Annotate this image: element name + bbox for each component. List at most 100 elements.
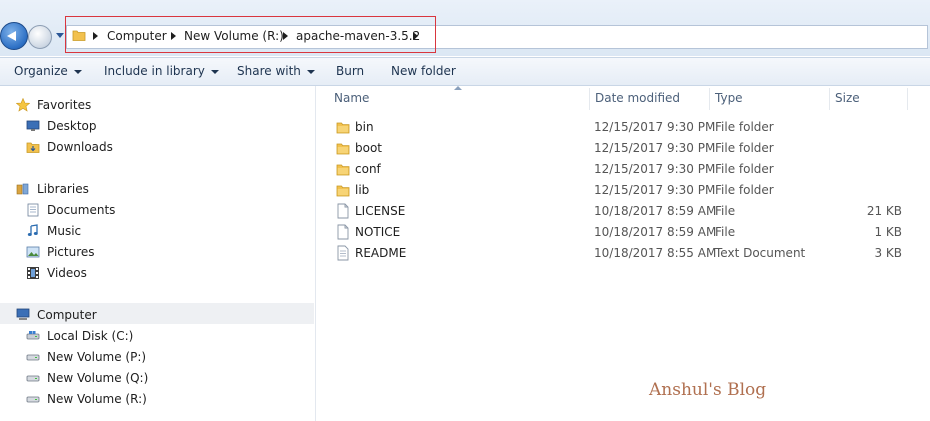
file-date-modified: 12/15/2017 9:30 PM xyxy=(594,183,716,197)
file-size: 3 KB xyxy=(874,246,902,260)
forward-button[interactable] xyxy=(28,25,52,49)
folder-icon xyxy=(336,164,350,176)
file-size: 21 KB xyxy=(866,204,902,218)
column-header-name[interactable]: Name xyxy=(334,88,369,108)
breadcrumb-separator-icon[interactable] xyxy=(171,32,176,40)
nav-videos[interactable]: Videos xyxy=(47,264,87,282)
new-folder-button[interactable]: New folder xyxy=(391,63,456,79)
column-header-type[interactable]: Type xyxy=(715,88,743,108)
documents-icon xyxy=(27,203,39,217)
breadcrumb-separator-icon[interactable] xyxy=(283,32,288,40)
column-header-date-modified[interactable]: Date modified xyxy=(595,88,680,108)
nav-music[interactable]: Music xyxy=(47,222,81,240)
text-document-icon xyxy=(337,245,349,261)
drive-icon xyxy=(26,354,40,361)
desktop-icon xyxy=(26,120,40,131)
file-row[interactable]: lib 12/15/2017 9:30 PM File folder xyxy=(330,180,920,201)
drive-icon xyxy=(26,331,40,340)
file-name: conf xyxy=(355,162,381,176)
file-type: File xyxy=(715,204,736,218)
column-divider[interactable] xyxy=(907,88,908,110)
file-date-modified: 10/18/2017 8:59 AM xyxy=(594,204,717,218)
file-name: lib xyxy=(355,183,370,197)
nav-favorites[interactable]: Favorites xyxy=(37,96,91,114)
nav-new-volume-q[interactable]: New Volume (Q:) xyxy=(47,369,148,387)
nav-libraries[interactable]: Libraries xyxy=(37,180,89,198)
folder-icon xyxy=(336,185,350,197)
file-row[interactable]: LICENSE 10/18/2017 8:59 AM File 21 KB xyxy=(330,201,920,222)
file-row[interactable]: boot 12/15/2017 9:30 PM File folder xyxy=(330,138,920,159)
file-type: Text Document xyxy=(715,246,806,260)
file-row[interactable]: bin 12/15/2017 9:30 PM File folder xyxy=(330,117,920,138)
sort-ascending-icon xyxy=(454,86,462,90)
file-date-modified: 10/18/2017 8:59 AM xyxy=(594,225,717,239)
column-divider[interactable] xyxy=(709,88,710,110)
column-header-size[interactable]: Size xyxy=(835,88,860,108)
folder-icon xyxy=(336,143,350,155)
file-icon xyxy=(337,203,349,219)
file-row[interactable]: README 10/18/2017 8:55 AM Text Document 3 K… xyxy=(330,243,920,264)
file-type: File xyxy=(715,225,736,239)
chevron-down-icon xyxy=(210,69,219,74)
file-type: File folder xyxy=(715,120,774,134)
file-type: File folder xyxy=(715,141,774,155)
nav-downloads[interactable]: Downloads xyxy=(47,138,113,156)
file-size xyxy=(842,182,902,198)
computer-icon xyxy=(16,308,30,320)
file-date-modified: 12/15/2017 9:30 PM xyxy=(594,162,716,176)
file-name: README xyxy=(355,246,407,260)
nav-desktop[interactable]: Desktop xyxy=(47,117,97,135)
organize-label: Organize xyxy=(14,64,68,78)
breadcrumb-computer[interactable]: Computer xyxy=(107,29,167,43)
folder-icon xyxy=(336,122,350,134)
drive-icon xyxy=(26,375,40,382)
file-row[interactable]: NOTICE 10/18/2017 8:59 AM File 1 KB xyxy=(330,222,920,243)
file-size: 1 KB xyxy=(874,225,902,239)
file-size xyxy=(842,119,902,135)
videos-icon xyxy=(27,267,39,279)
back-button[interactable] xyxy=(0,22,28,50)
file-name: bin xyxy=(355,120,374,134)
nav-local-disk-c[interactable]: Local Disk (C:) xyxy=(47,327,133,345)
file-type: File folder xyxy=(715,183,774,197)
file-name: LICENSE xyxy=(355,204,406,218)
nav-computer[interactable]: Computer xyxy=(37,306,97,324)
file-name: NOTICE xyxy=(355,225,401,239)
libraries-icon xyxy=(16,183,29,195)
burn-button[interactable]: Burn xyxy=(336,63,364,79)
breadcrumb-separator-icon[interactable] xyxy=(93,32,98,40)
drive-icon xyxy=(26,396,40,403)
watermark-text: Anshul's Blog xyxy=(649,380,767,400)
chevron-down-icon xyxy=(73,69,82,74)
folder-icon xyxy=(72,30,86,41)
file-row[interactable]: conf 12/15/2017 9:30 PM File folder xyxy=(330,159,920,180)
file-date-modified: 12/15/2017 9:30 PM xyxy=(594,120,716,134)
column-divider[interactable] xyxy=(589,88,590,110)
file-size xyxy=(842,140,902,156)
file-name: boot xyxy=(355,141,383,155)
include-in-library-button[interactable]: Include in library xyxy=(104,63,219,79)
organize-button[interactable]: Organize xyxy=(14,63,82,79)
recent-pages-dropdown-icon[interactable] xyxy=(56,33,64,38)
breadcrumb-apache-maven[interactable]: apache-maven-3.5.2 xyxy=(296,29,420,43)
nav-new-volume-r[interactable]: New Volume (R:) xyxy=(47,390,147,408)
nav-pictures[interactable]: Pictures xyxy=(47,243,95,261)
share-with-label: Share with xyxy=(237,64,301,78)
pictures-icon xyxy=(26,246,40,258)
file-type: File folder xyxy=(715,162,774,176)
music-icon xyxy=(27,224,38,236)
file-size xyxy=(842,161,902,177)
file-icon xyxy=(337,224,349,240)
breadcrumb-separator-icon[interactable] xyxy=(413,32,418,40)
breadcrumb-new-volume-r[interactable]: New Volume (R:) xyxy=(184,29,284,43)
file-date-modified: 10/18/2017 8:55 AM xyxy=(594,246,717,260)
include-in-library-label: Include in library xyxy=(104,64,205,78)
chevron-down-icon xyxy=(306,69,315,74)
nav-new-volume-p[interactable]: New Volume (P:) xyxy=(47,348,146,366)
downloads-folder-icon xyxy=(26,142,40,153)
share-with-button[interactable]: Share with xyxy=(237,63,315,79)
star-icon xyxy=(16,98,30,112)
nav-documents[interactable]: Documents xyxy=(47,201,115,219)
file-date-modified: 12/15/2017 9:30 PM xyxy=(594,141,716,155)
column-divider[interactable] xyxy=(829,88,830,110)
